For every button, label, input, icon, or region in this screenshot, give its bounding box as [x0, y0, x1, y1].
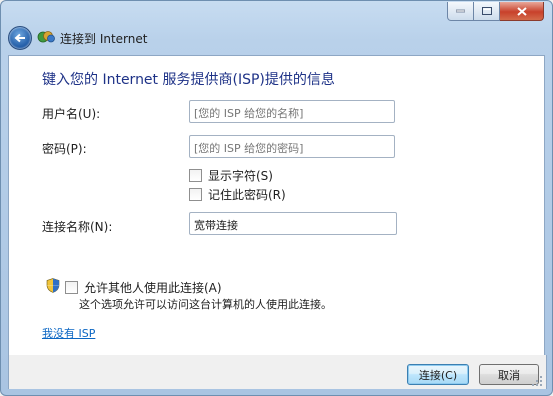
page-heading: 键入您的 Internet 服务提供商(ISP)提供的信息: [42, 72, 335, 88]
maximize-icon: [481, 7, 492, 15]
close-button[interactable]: [500, 2, 544, 21]
button-bar: 连接(C) 取消: [8, 355, 547, 389]
no-isp-link[interactable]: 我没有 ISP: [42, 325, 95, 341]
minimize-button[interactable]: [447, 2, 474, 21]
uac-shield-icon: [46, 278, 60, 293]
window-title: 连接到 Internet: [60, 32, 148, 46]
back-button[interactable]: [8, 26, 32, 50]
minimize-icon: [456, 9, 465, 13]
cancel-button[interactable]: 取消: [479, 364, 539, 385]
back-arrow-icon: [14, 33, 25, 43]
remember-password-label: 记住此密码(R): [208, 188, 286, 202]
allow-others-description: 这个选项允许可以访问这台计算机的人使用此连接。: [79, 298, 332, 311]
title-bar: 连接到 Internet: [1, 1, 552, 53]
username-label: 用户名(U):: [42, 107, 101, 121]
maximize-button[interactable]: [474, 2, 500, 21]
resize-grip-icon[interactable]: [532, 376, 542, 386]
allow-others-checkbox-row[interactable]: 允许其他人使用此连接(A): [65, 279, 222, 296]
caption-buttons: [447, 2, 544, 21]
show-chars-label: 显示字符(S): [208, 169, 273, 183]
dialog-window: 连接到 Internet 键入您的 Internet 服务提供商(ISP)提供的…: [0, 0, 553, 396]
password-label: 密码(P):: [42, 142, 87, 156]
connection-name-label: 连接名称(N):: [42, 220, 113, 234]
username-input[interactable]: [您的 ISP 给您的名称]: [189, 100, 395, 123]
allow-others-checkbox[interactable]: [65, 281, 78, 294]
show-chars-checkbox-row[interactable]: 显示字符(S): [189, 167, 273, 184]
allow-others-label: 允许其他人使用此连接(A): [84, 281, 222, 295]
connection-name-input[interactable]: 宽带连接: [189, 212, 397, 235]
close-icon: [516, 6, 527, 16]
remember-password-checkbox-row[interactable]: 记住此密码(R): [189, 186, 286, 203]
content-panel: 键入您的 Internet 服务提供商(ISP)提供的信息 用户名(U): [您…: [8, 55, 545, 356]
network-icon: [37, 31, 55, 43]
remember-password-checkbox[interactable]: [189, 188, 202, 201]
show-chars-checkbox[interactable]: [189, 169, 202, 182]
connect-button[interactable]: 连接(C): [407, 364, 469, 385]
password-input[interactable]: [您的 ISP 给您的密码]: [189, 135, 395, 158]
